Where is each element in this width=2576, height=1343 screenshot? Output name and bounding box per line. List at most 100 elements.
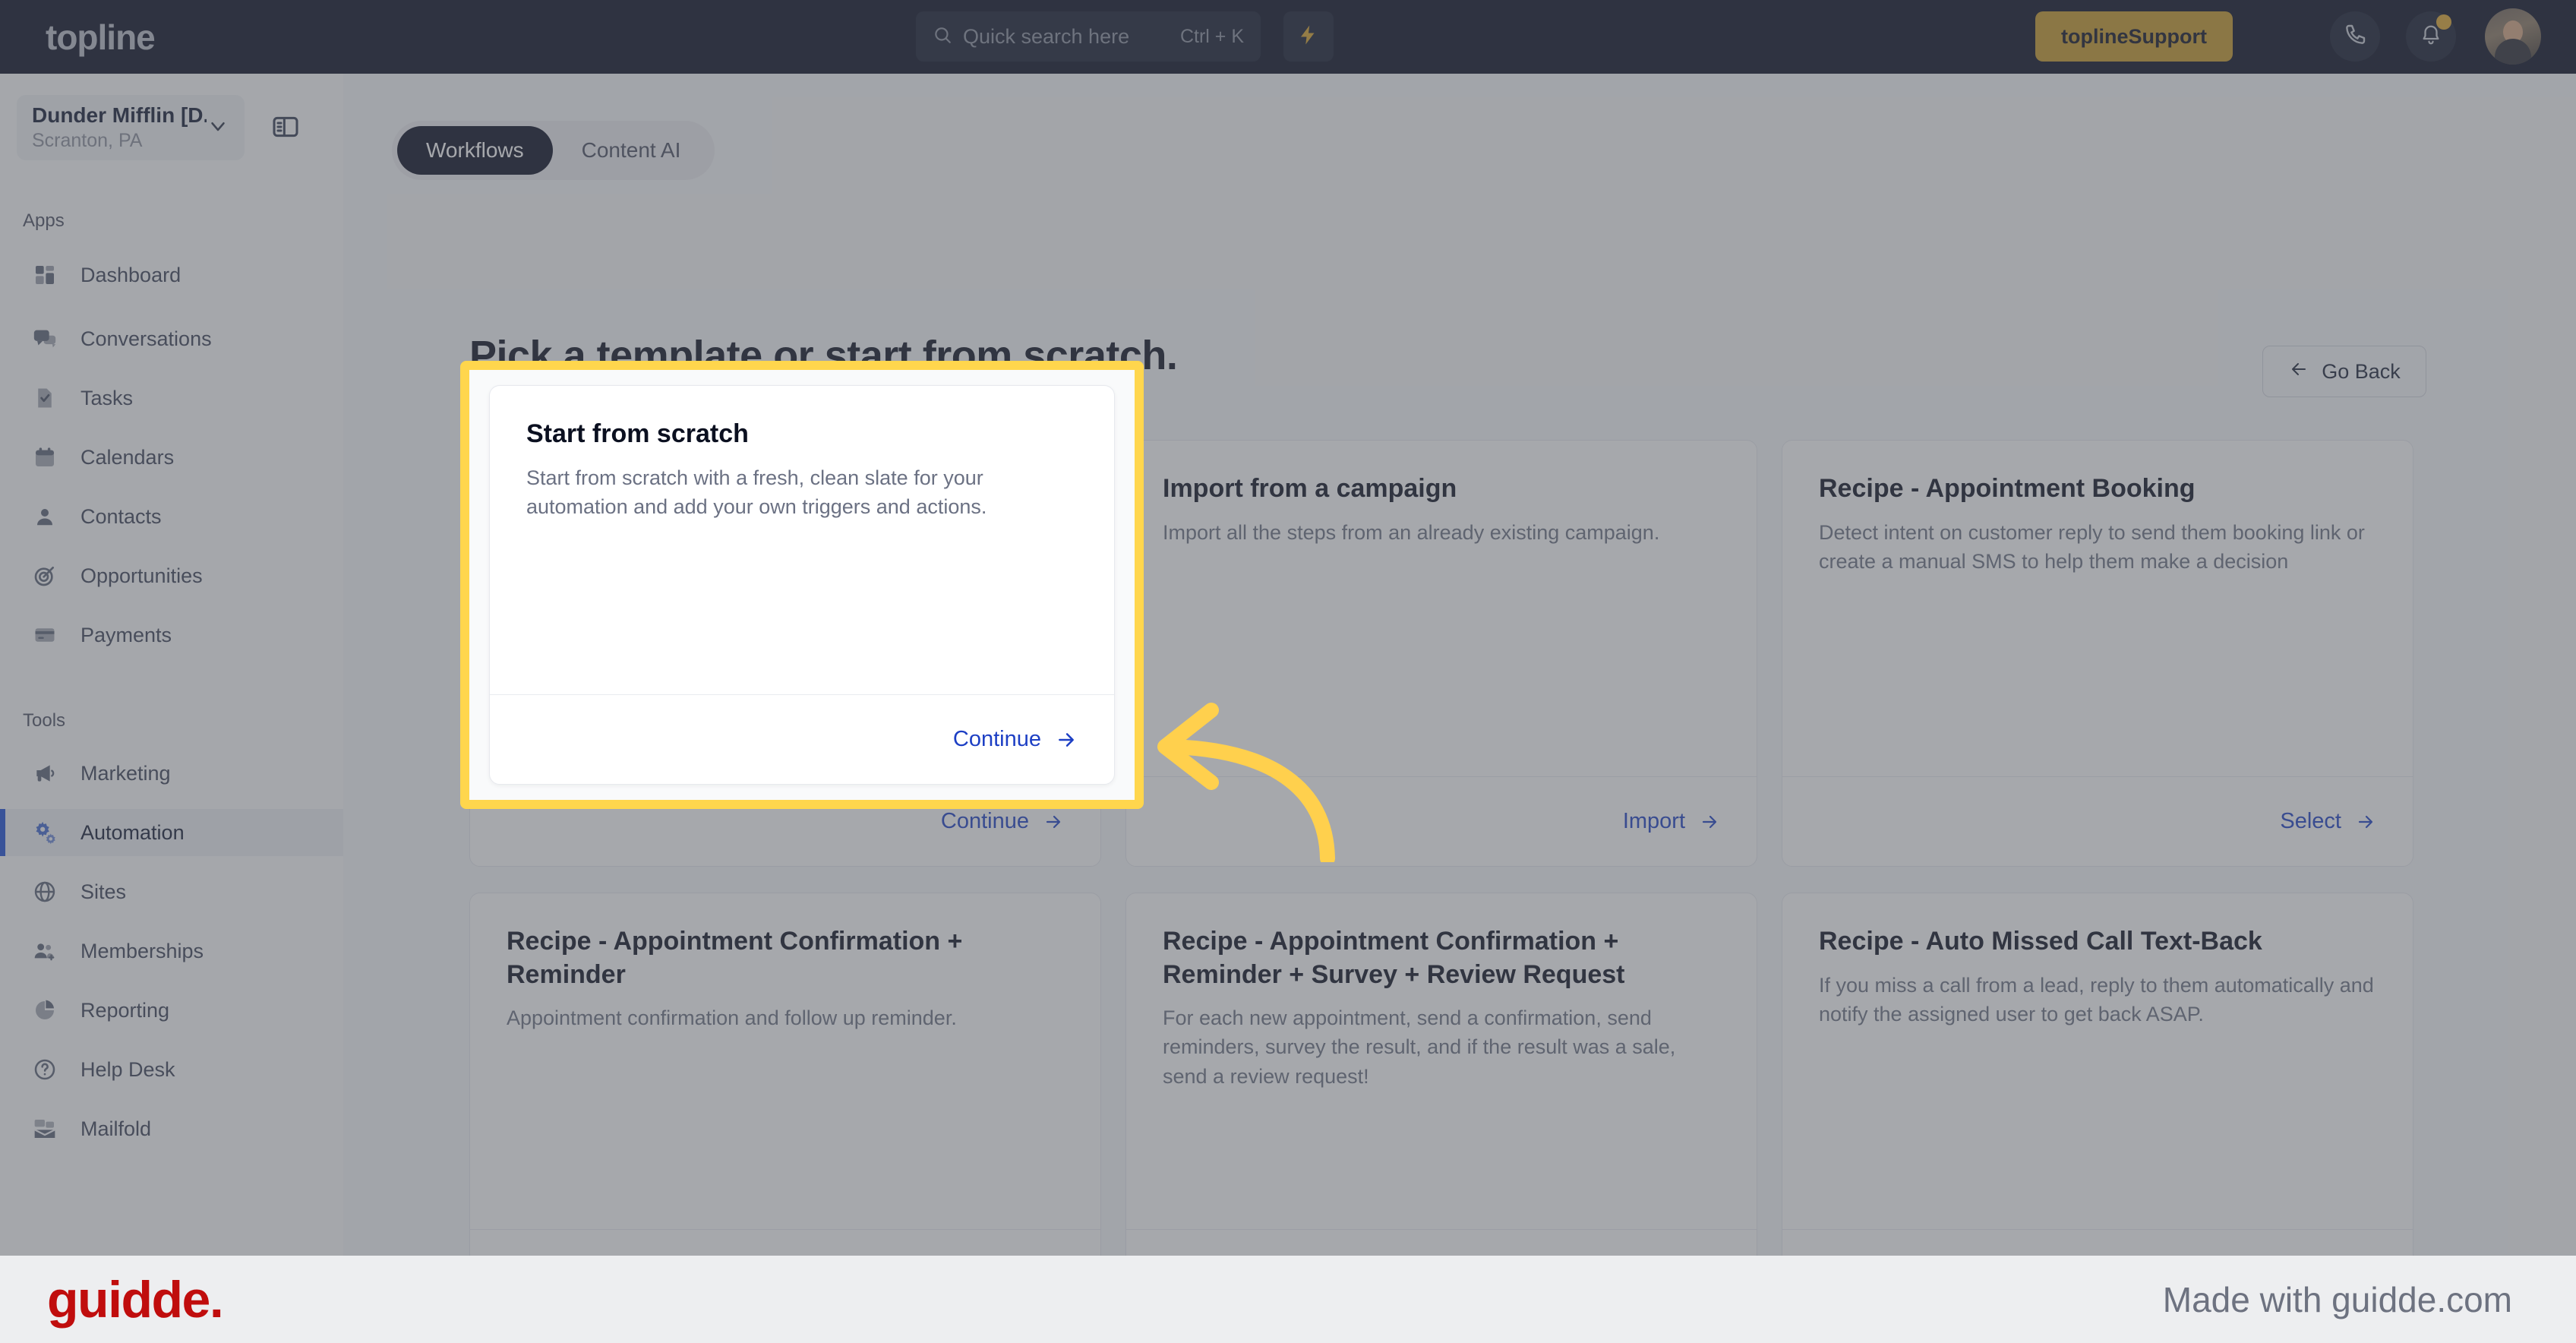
search-input[interactable]: Quick search here Ctrl + K [916,11,1261,62]
sidebar-item-label: Calendars [80,445,175,469]
search-placeholder: Quick search here [963,24,1130,48]
task-check-icon [30,384,59,412]
sidebar-item-reporting[interactable]: Reporting [0,987,343,1034]
org-switcher[interactable]: Dunder Mifflin [D... Scranton, PA [17,95,245,160]
sidebar-item-help-desk[interactable]: Help Desk [0,1046,343,1093]
tab-workflows[interactable]: Workflows [397,126,553,175]
calendar-icon [30,443,59,472]
sidebar-item-label: Reporting [80,998,170,1022]
sidebar-item-label: Dashboard [80,263,182,286]
made-with-text: Made with guidde.com [2162,1279,2512,1319]
support-brand-text: topline [2061,24,2129,48]
sidebar-item-label: Opportunities [80,564,203,587]
continue-label: Continue [952,727,1041,751]
sidebar-item-label: Contacts [80,504,162,528]
sidebar: Dunder Mifflin [D... Scranton, PA Apps D… [0,74,343,1339]
chevron-down-icon [207,115,229,141]
sidebar-item-tasks[interactable]: Tasks [0,374,343,422]
sidebar-item-label: Automation [80,820,185,844]
search-shortcut: Ctrl + K [1179,25,1244,47]
sidebar-item-payments[interactable]: Payments [0,611,343,659]
card-title: Recipe - Appointment Confirmation + Remi… [1163,927,1625,989]
org-location: Scranton, PA [32,130,143,151]
view-tabs: Workflows Content AI [392,121,715,180]
sidebar-item-conversations[interactable]: Conversations [0,315,343,362]
dashboard-icon [30,261,59,289]
question-circle-icon [30,1055,59,1084]
sidebar-item-label: Conversations [80,327,212,350]
arrow-right-icon [1046,815,1061,828]
template-card-start-from-scratch-highlighted[interactable]: Start from scratch Start from scratch wi… [489,385,1115,785]
card-title: Import from a campaign [1163,474,1457,503]
sidebar-item-opportunities[interactable]: Opportunities [0,552,343,599]
go-back-label: Go Back [2322,359,2401,383]
topline-support-button[interactable]: topline Support [2035,11,2233,62]
card-description: Import all the steps from an already exi… [1163,520,1660,544]
arrow-right-icon [1702,815,1717,828]
gears-icon [30,818,59,847]
sidebar-item-marketing[interactable]: Marketing [0,750,343,797]
notifications-button[interactable] [2406,11,2456,62]
template-card-import-from-campaign[interactable]: Import from a campaign Import all the st… [1125,440,1757,867]
card-select-action[interactable]: Select [2280,809,2376,834]
chat-bubbles-icon [30,324,59,353]
sidebar-section-tools-label: Tools [23,710,66,731]
person-icon [30,502,59,531]
card-continue-action[interactable]: Continue [941,809,1064,834]
sidebar-item-calendars[interactable]: Calendars [0,434,343,481]
lightning-bolt-icon [1297,22,1320,52]
sidebar-item-label: Tasks [80,386,134,409]
guidde-footer: guidde. Made with guidde.com [0,1256,2576,1343]
sidebar-item-label: Memberships [80,939,204,962]
tab-content-ai[interactable]: Content AI [553,126,710,175]
sidebar-panel-icon [270,112,301,146]
card-description: Appointment confirmation and follow up r… [507,1006,957,1030]
card-action-label: Continue [940,809,1029,833]
megaphone-icon [30,759,59,788]
sidebar-panel-toggle-button[interactable] [264,109,307,148]
go-back-button[interactable]: Go Back [2262,346,2426,397]
sidebar-item-contacts[interactable]: Contacts [0,493,343,540]
continue-button[interactable]: Continue [953,727,1078,752]
card-description: If you miss a call from a lead, reply to… [1819,973,2374,1025]
mail-stack-icon [30,1114,59,1143]
sidebar-section-apps-label: Apps [23,210,65,231]
people-add-icon [30,937,59,965]
sidebar-item-label: Sites [80,880,127,903]
app-root: topline Quick search here Ctrl + K topli… [0,0,2576,1343]
arrow-left-icon [2288,360,2309,384]
lightning-bolt-button[interactable] [1283,11,1334,62]
card-action-label: Select [2280,809,2341,833]
sidebar-item-sites[interactable]: Sites [0,868,343,915]
notification-badge-dot [2436,14,2451,30]
credit-card-icon [30,621,59,649]
card-import-action[interactable]: Import [1623,809,1720,834]
support-label-text: Support [2128,24,2207,48]
avatar[interactable] [2485,8,2541,65]
search-icon [933,25,952,49]
sidebar-item-label: Help Desk [80,1057,175,1081]
sidebar-item-label: Payments [80,623,172,646]
guidde-logo: guidde. [47,1270,224,1329]
card-description: Detect intent on customer reply to send … [1819,520,2365,573]
template-card-appointment-booking[interactable]: Recipe - Appointment Booking Detect inte… [1782,440,2413,867]
sidebar-item-automation[interactable]: Automation [0,809,343,856]
arrow-right-icon [1059,732,1074,747]
sidebar-item-dashboard[interactable]: Dashboard [0,251,343,299]
card-description: Start from scratch with a fresh, clean s… [526,466,987,518]
card-title: Recipe - Appointment Booking [1819,474,2196,503]
sidebar-item-mailfold[interactable]: Mailfold [0,1105,343,1152]
topline-logo[interactable]: topline [46,17,156,58]
card-title: Recipe - Auto Missed Call Text-Back [1819,927,2262,956]
avatar-body [2495,39,2531,65]
phone-button[interactable] [2330,11,2380,62]
highlight-spotlight: Start from scratch Start from scratch wi… [460,361,1144,809]
globe-icon [30,877,59,906]
pie-chart-icon [30,996,59,1025]
phone-icon [2343,23,2367,51]
sidebar-item-label: Mailfold [80,1117,152,1140]
card-description: For each new appointment, send a confirm… [1163,1006,1676,1088]
sidebar-item-memberships[interactable]: Memberships [0,927,343,975]
org-name: Dunder Mifflin [D... [32,103,207,127]
top-navigation-bar: topline Quick search here Ctrl + K topli… [0,0,2576,74]
